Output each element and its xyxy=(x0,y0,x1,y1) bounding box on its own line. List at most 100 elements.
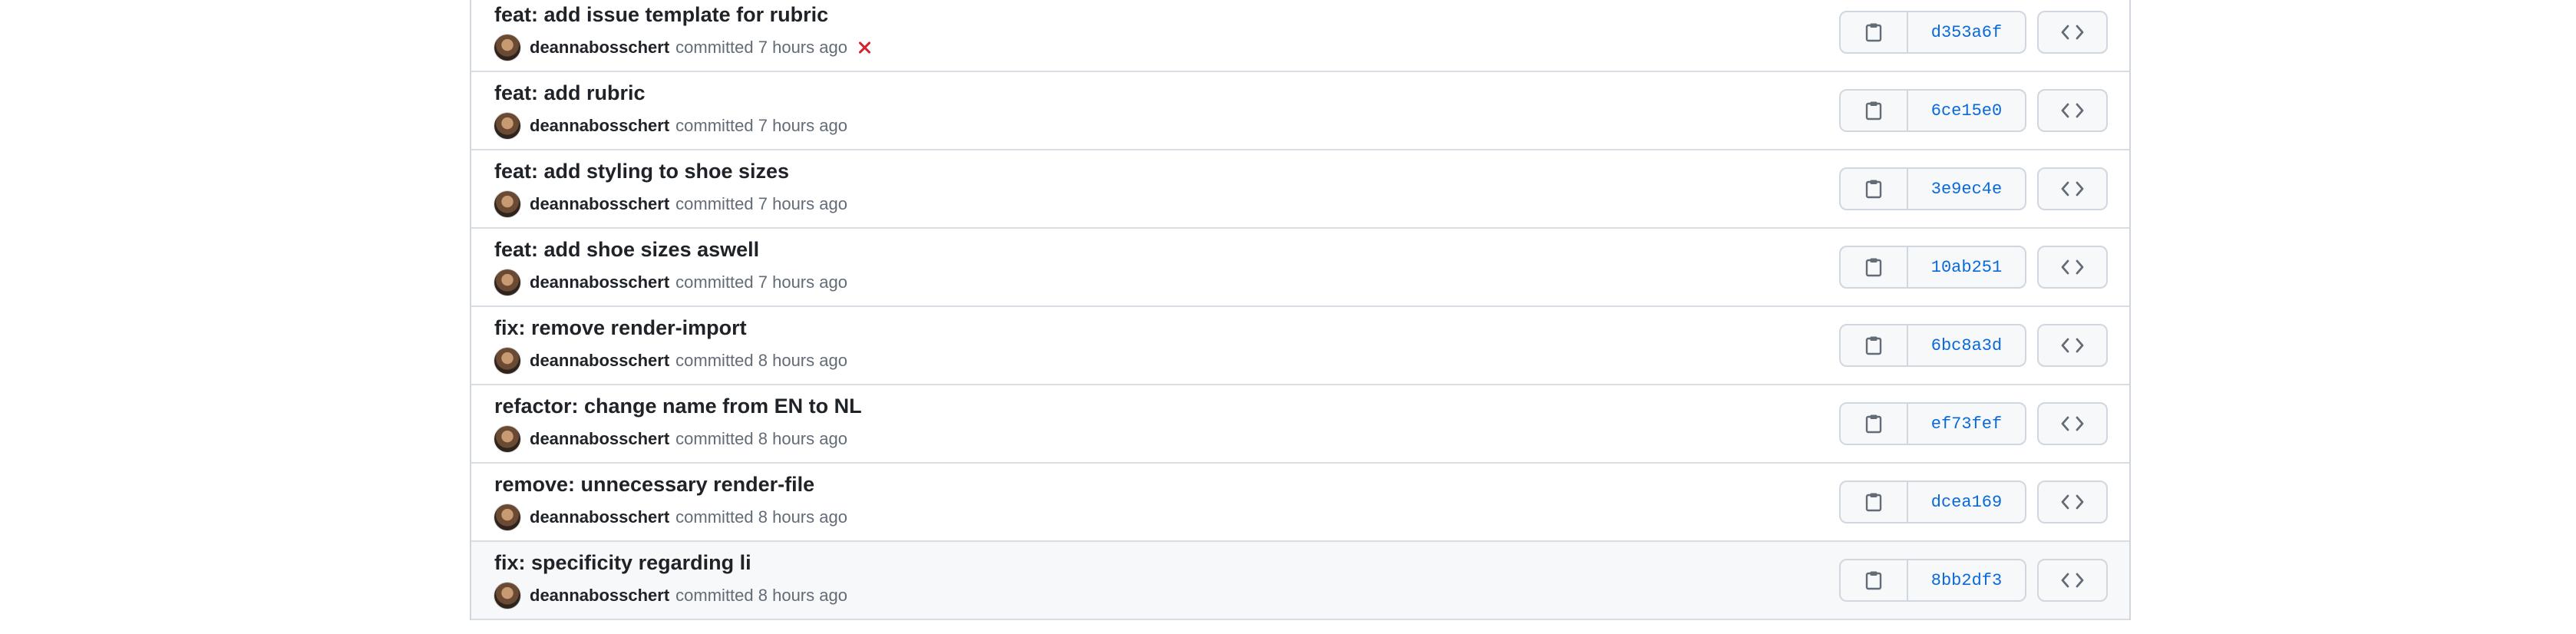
copy-sha-button[interactable] xyxy=(1841,169,1908,209)
sha-button-group: 3e9ec4e xyxy=(1839,167,2026,210)
browse-repo-button[interactable] xyxy=(2037,324,2108,367)
code-icon xyxy=(2061,25,2084,40)
commit-time: committed 8 hours ago xyxy=(675,429,847,448)
code-icon xyxy=(2061,573,2084,588)
commit-actions: 6ce15e0 xyxy=(1839,89,2108,132)
clipboard-icon xyxy=(1865,258,1882,277)
commit-actions: 3e9ec4e xyxy=(1839,167,2108,210)
code-icon xyxy=(2061,181,2084,196)
avatar[interactable] xyxy=(494,504,520,530)
browse-repo-button[interactable] xyxy=(2037,11,2108,54)
browse-repo-button[interactable] xyxy=(2037,89,2108,132)
clipboard-icon xyxy=(1865,414,1882,434)
commit-row: refactor: change name from EN to NL dean… xyxy=(471,385,2129,464)
avatar[interactable] xyxy=(494,583,520,609)
commit-row: fix: specificity regarding li deannaboss… xyxy=(471,542,2129,620)
browse-repo-button[interactable] xyxy=(2037,559,2108,602)
code-icon xyxy=(2061,494,2084,510)
commit-meta: deannabosschert committed 7 hours ago xyxy=(494,269,847,296)
commit-meta: deannabosschert committed 8 hours ago xyxy=(494,347,847,375)
copy-sha-button[interactable] xyxy=(1841,482,1908,522)
sha-button-group: d353a6f xyxy=(1839,11,2026,54)
commit-meta: deannabosschert committed 8 hours ago xyxy=(494,504,847,531)
commit-title[interactable]: fix: specificity regarding li xyxy=(494,551,751,575)
commit-author[interactable]: deannabosschert xyxy=(530,38,669,58)
commit-time: committed 7 hours ago xyxy=(675,38,847,57)
browse-repo-button[interactable] xyxy=(2037,480,2108,523)
commit-time: committed 8 hours ago xyxy=(675,586,847,605)
sha-button-group: 10ab251 xyxy=(1839,246,2026,289)
commit-time: committed 7 hours ago xyxy=(675,194,847,213)
commit-actions: dcea169 xyxy=(1839,480,2108,523)
code-icon xyxy=(2061,416,2084,431)
commit-row: remove: unnecessary render-file deannabo… xyxy=(471,464,2129,542)
browse-repo-button[interactable] xyxy=(2037,167,2108,210)
clipboard-icon xyxy=(1865,180,1882,199)
commit-sha-link[interactable]: ef73fef xyxy=(1908,404,2025,444)
clipboard-icon xyxy=(1865,571,1882,590)
commit-title[interactable]: feat: add shoe sizes aswell xyxy=(494,238,759,262)
sha-button-group: 8bb2df3 xyxy=(1839,559,2026,602)
commit-meta: deannabosschert committed 8 hours ago xyxy=(494,582,847,609)
avatar[interactable] xyxy=(494,191,520,217)
commit-meta: deannabosschert committed 7 hours ago xyxy=(494,112,847,140)
sha-button-group: 6ce15e0 xyxy=(1839,89,2026,132)
commit-list: feat: add issue template for rubric dean… xyxy=(470,0,2131,620)
clipboard-icon xyxy=(1865,336,1882,355)
copy-sha-button[interactable] xyxy=(1841,247,1908,287)
avatar[interactable] xyxy=(494,426,520,452)
commit-sha-link[interactable]: 3e9ec4e xyxy=(1908,169,2025,209)
commit-actions: 6bc8a3d xyxy=(1839,324,2108,367)
commit-sha-link[interactable]: 6bc8a3d xyxy=(1908,325,2025,365)
commit-row: feat: add shoe sizes aswell deannabossch… xyxy=(471,229,2129,307)
commit-author[interactable]: deannabosschert xyxy=(530,586,669,606)
clipboard-icon xyxy=(1865,101,1882,121)
copy-sha-button[interactable] xyxy=(1841,91,1908,130)
commit-title[interactable]: feat: add styling to shoe sizes xyxy=(494,160,789,183)
avatar[interactable] xyxy=(494,348,520,374)
commit-title[interactable]: feat: add rubric xyxy=(494,81,646,105)
browse-repo-button[interactable] xyxy=(2037,246,2108,289)
commit-row: feat: add styling to shoe sizes deannabo… xyxy=(471,150,2129,229)
copy-sha-button[interactable] xyxy=(1841,325,1908,365)
commit-author[interactable]: deannabosschert xyxy=(530,116,669,136)
commit-row: fix: remove render-import deannabosscher… xyxy=(471,307,2129,385)
commit-sha-link[interactable]: 10ab251 xyxy=(1908,247,2025,287)
commit-time: committed 7 hours ago xyxy=(675,272,847,292)
clipboard-icon xyxy=(1865,23,1882,42)
commit-actions: d353a6f xyxy=(1839,11,2108,54)
commit-sha-link[interactable]: d353a6f xyxy=(1908,12,2025,52)
commit-author[interactable]: deannabosschert xyxy=(530,272,669,292)
commit-sha-link[interactable]: 8bb2df3 xyxy=(1908,560,2025,600)
commit-author[interactable]: deannabosschert xyxy=(530,507,669,527)
sha-button-group: ef73fef xyxy=(1839,402,2026,445)
commit-title[interactable]: fix: remove render-import xyxy=(494,316,747,340)
commit-actions: 10ab251 xyxy=(1839,246,2108,289)
commit-sha-link[interactable]: 6ce15e0 xyxy=(1908,91,2025,130)
code-icon xyxy=(2061,338,2084,353)
copy-sha-button[interactable] xyxy=(1841,404,1908,444)
commit-time: committed 7 hours ago xyxy=(675,116,847,135)
copy-sha-button[interactable] xyxy=(1841,12,1908,52)
commit-meta: deannabosschert committed 7 hours ago xyxy=(494,190,847,218)
commit-actions: ef73fef xyxy=(1839,402,2108,445)
commit-sha-link[interactable]: dcea169 xyxy=(1908,482,2025,522)
avatar[interactable] xyxy=(494,113,520,139)
commit-actions: 8bb2df3 xyxy=(1839,559,2108,602)
commit-author[interactable]: deannabosschert xyxy=(530,429,669,449)
commit-title[interactable]: feat: add issue template for rubric xyxy=(494,3,828,27)
avatar[interactable] xyxy=(494,35,520,61)
browse-repo-button[interactable] xyxy=(2037,402,2108,445)
commit-author[interactable]: deannabosschert xyxy=(530,194,669,214)
commit-title[interactable]: remove: unnecessary render-file xyxy=(494,473,814,497)
copy-sha-button[interactable] xyxy=(1841,560,1908,600)
commit-author[interactable]: deannabosschert xyxy=(530,351,669,371)
x-icon[interactable] xyxy=(855,38,874,57)
commit-meta: deannabosschert committed 8 hours ago xyxy=(494,425,847,453)
commit-row: feat: add rubric deannabosschert committ… xyxy=(471,72,2129,150)
code-icon xyxy=(2061,103,2084,118)
commit-meta: deannabosschert committed 7 hours ago xyxy=(494,34,874,61)
commit-time: committed 8 hours ago xyxy=(675,507,847,527)
avatar[interactable] xyxy=(494,269,520,296)
commit-title[interactable]: refactor: change name from EN to NL xyxy=(494,395,862,418)
